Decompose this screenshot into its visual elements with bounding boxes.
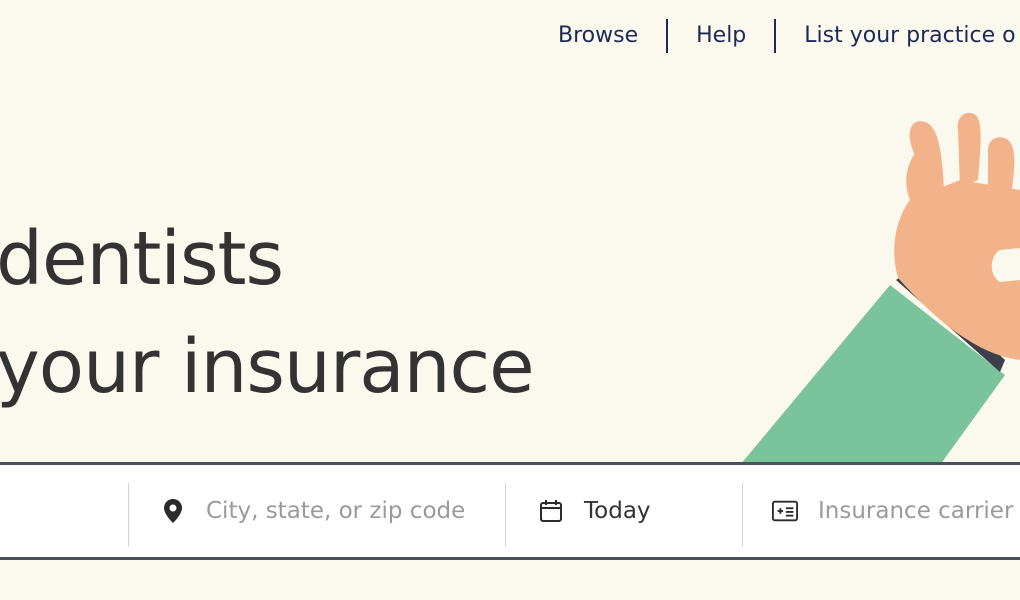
search-divider — [128, 483, 129, 547]
calendar-icon — [538, 498, 564, 524]
search-divider — [505, 483, 506, 547]
insurance-field[interactable]: Insurance carrier a — [772, 465, 1020, 557]
date-value: Today — [584, 498, 651, 524]
ok-hand-illustration — [740, 112, 1020, 465]
nav-browse-link[interactable]: Browse — [530, 18, 666, 54]
nav-help-link[interactable]: Help — [668, 18, 774, 54]
location-field[interactable] — [160, 465, 500, 557]
top-nav: Browse Help List your practice o — [530, 18, 1020, 54]
hero-headline-line-2: your insurance — [0, 324, 535, 410]
date-field[interactable]: Today — [538, 465, 738, 557]
map-pin-icon — [160, 498, 186, 524]
search-bar: Today Insurance carrier a — [0, 462, 1020, 560]
page: Browse Help List your practice o dentist… — [0, 0, 1020, 600]
nav-list-practice-link[interactable]: List your practice o — [776, 18, 1020, 54]
hero-headline-line-1: dentists — [0, 216, 284, 302]
insurance-placeholder: Insurance carrier a — [818, 498, 1020, 524]
location-input[interactable] — [206, 498, 486, 524]
search-divider — [742, 483, 743, 547]
insurance-card-icon — [772, 498, 798, 524]
